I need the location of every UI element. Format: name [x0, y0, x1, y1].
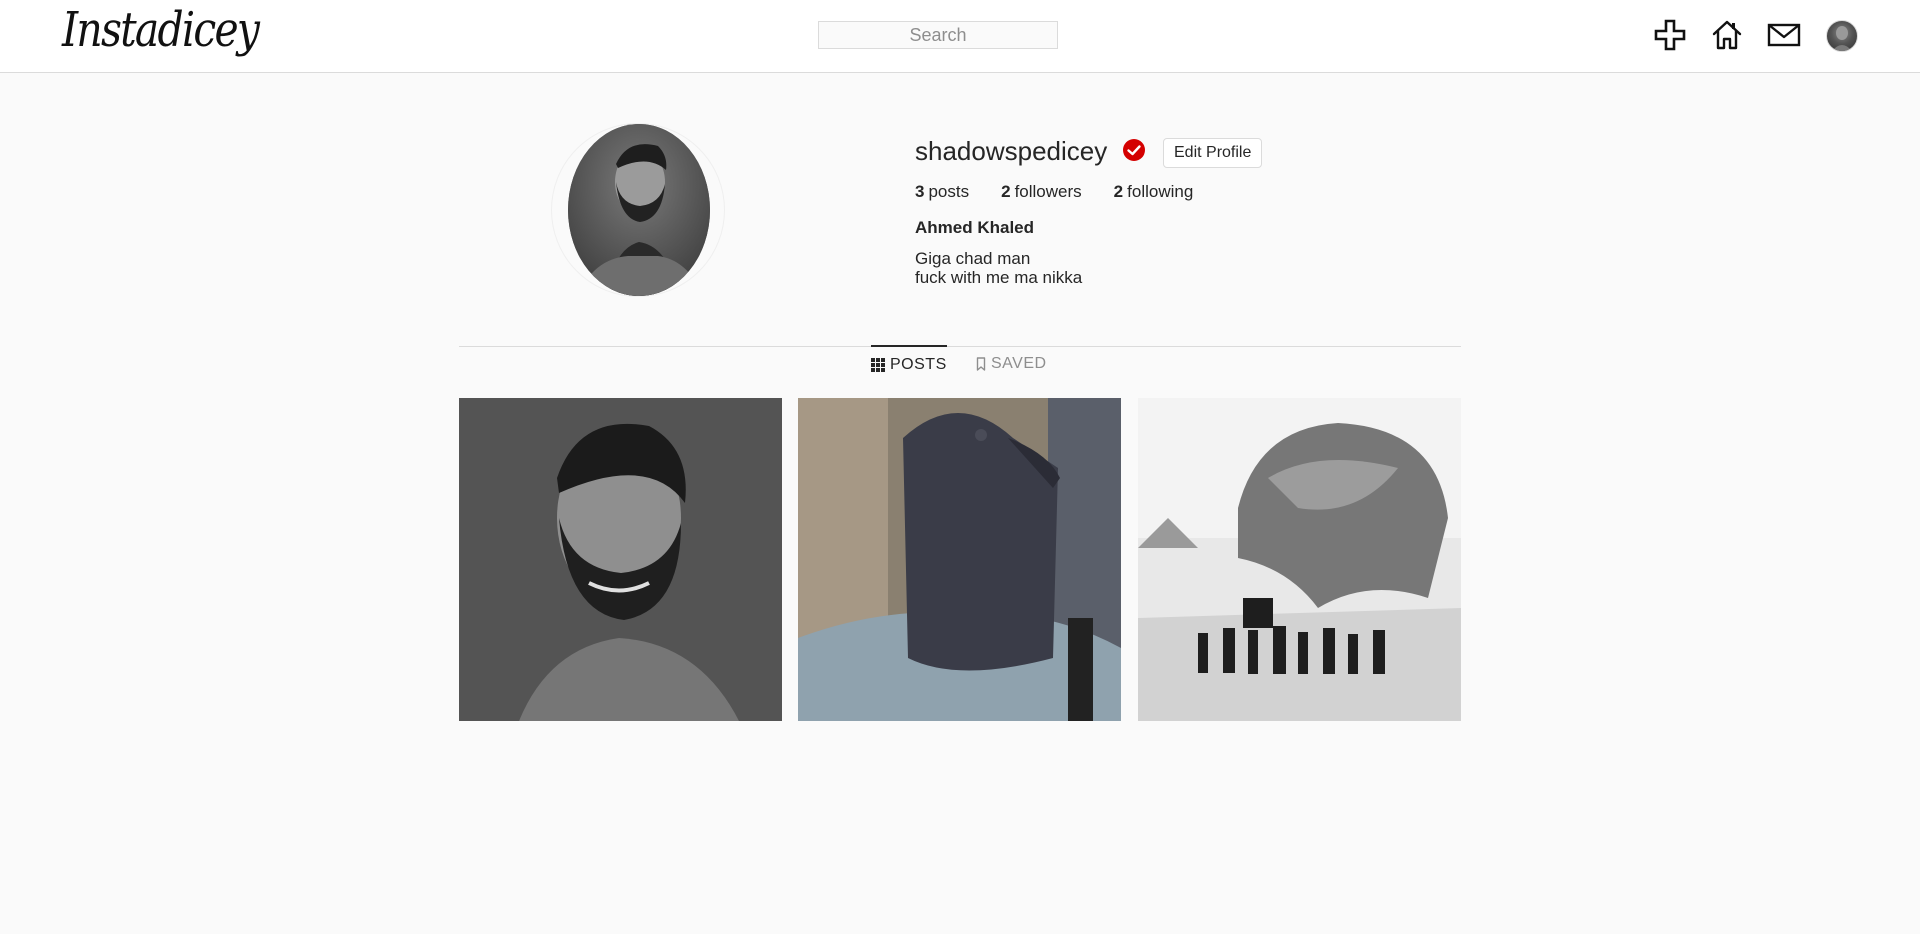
- followers-label: followers: [1014, 182, 1082, 201]
- profile-picture-image: [568, 124, 710, 296]
- posts-label: posts: [928, 182, 970, 201]
- verified-badge-icon: [1123, 139, 1145, 161]
- new-post-plus-icon[interactable]: [1653, 18, 1687, 52]
- stat-followers[interactable]: 2 followers: [1001, 182, 1082, 202]
- stat-following[interactable]: 2 following: [1114, 182, 1194, 202]
- posts-count: 3: [915, 182, 925, 201]
- tab-saved[interactable]: SAVED: [976, 346, 1047, 382]
- tabs-divider: [459, 346, 1461, 347]
- stat-posts: 3 posts: [915, 182, 969, 202]
- profile-bio: Giga chad man fuck with me ma nikka: [915, 249, 1082, 287]
- tab-posts-label: POSTS: [890, 356, 947, 373]
- post-image: [798, 398, 1121, 721]
- edit-profile-button[interactable]: Edit Profile: [1163, 138, 1263, 168]
- bio-line: fuck with me ma nikka: [915, 268, 1083, 287]
- app-logo[interactable]: Instadicey: [62, 2, 260, 58]
- tab-posts[interactable]: POSTS: [871, 345, 947, 383]
- profile-stats: 3 posts 2 followers 2 following: [915, 182, 1193, 202]
- post-thumbnail[interactable]: [798, 398, 1121, 721]
- top-navigation-bar: Instadicey: [0, 0, 1920, 73]
- post-thumbnail[interactable]: [1138, 398, 1461, 721]
- profile-username: shadowspedicey: [915, 136, 1108, 166]
- post-image: [1138, 398, 1461, 721]
- following-count: 2: [1113, 182, 1124, 201]
- home-icon[interactable]: [1710, 18, 1744, 52]
- followers-count: 2: [1001, 182, 1011, 201]
- profile-avatar-icon[interactable]: [1826, 20, 1858, 52]
- search-input[interactable]: [818, 21, 1058, 49]
- profile-picture[interactable]: [568, 124, 710, 296]
- avatar-image: [1832, 26, 1852, 51]
- following-label: following: [1127, 182, 1194, 201]
- tab-saved-label: SAVED: [991, 355, 1047, 372]
- grid-icon: [871, 358, 885, 372]
- mail-icon[interactable]: [1767, 18, 1801, 52]
- post-thumbnail[interactable]: [459, 398, 782, 721]
- profile-full-name: Ahmed Khaled: [915, 218, 1035, 237]
- bookmark-icon: [976, 357, 986, 371]
- post-image: [459, 398, 782, 721]
- bio-line: Giga chad man: [915, 249, 1031, 268]
